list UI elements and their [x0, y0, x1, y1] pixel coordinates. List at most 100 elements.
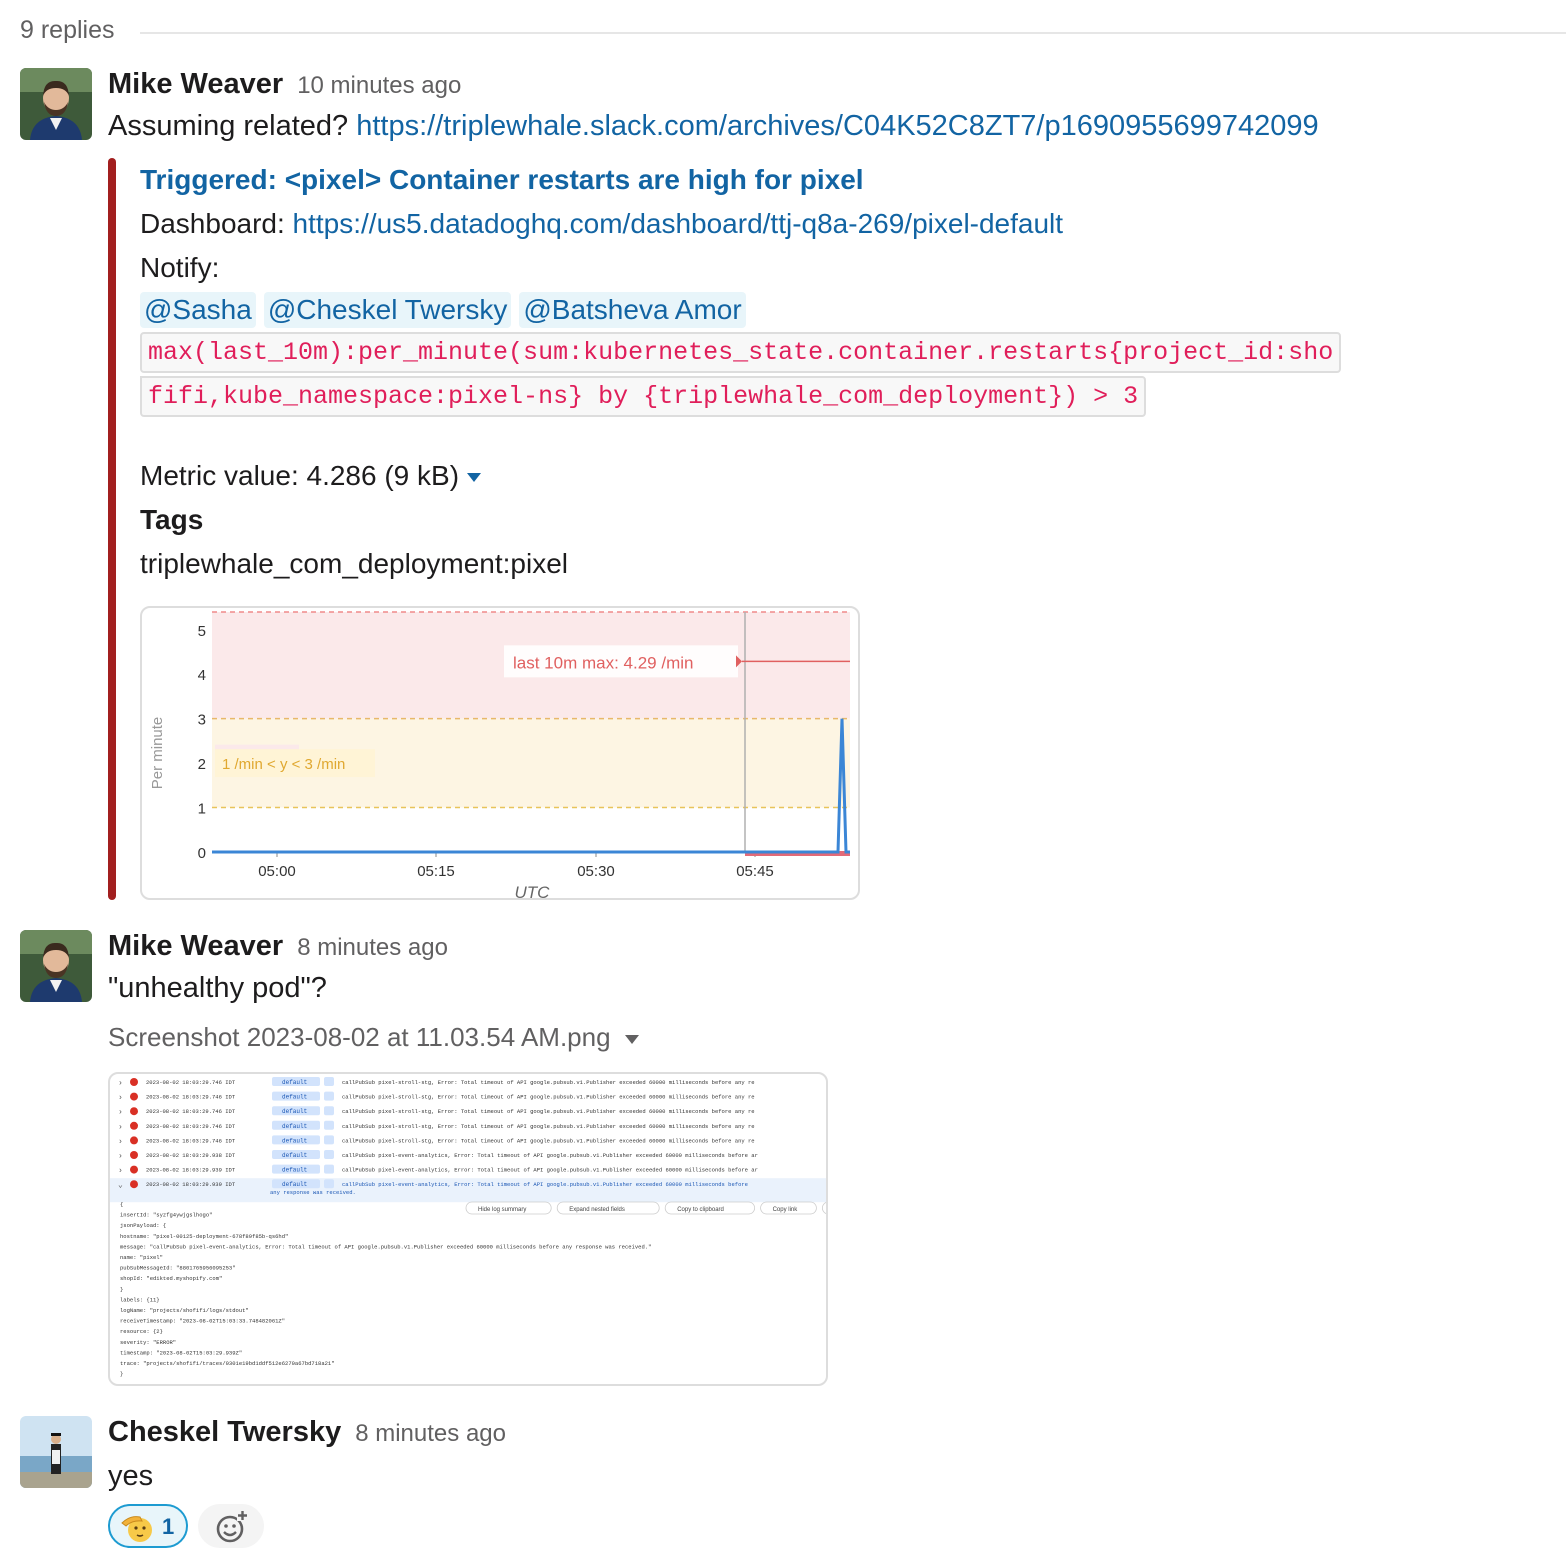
x-tick-label: 05:15 [417, 863, 455, 880]
log-badge: default [282, 1108, 307, 1115]
y-tick-label: 1 [198, 801, 206, 818]
json-line: pubSubMessageId: "8801765956095253" [120, 1265, 236, 1272]
log-badge-icon [324, 1077, 334, 1086]
band-label-mid: 1 /min < y < 3 /min [222, 756, 345, 773]
error-severity-icon [130, 1151, 138, 1159]
y-tick-label: 0 [198, 845, 206, 862]
y-tick-label: 4 [198, 667, 206, 684]
log-message: callPubSub pixel-stroll-stg, Error: Tota… [342, 1079, 755, 1086]
log-message: callPubSub pixel-stroll-stg, Error: Tota… [342, 1094, 755, 1101]
log-badge-icon [324, 1135, 334, 1145]
author-name[interactable]: Cheskel Twersky [108, 1416, 341, 1448]
reaction-salute[interactable]: 1 [108, 1504, 188, 1548]
mention-cheskel-twersky[interactable]: @Cheskel Twersky [263, 292, 512, 328]
log-badge-icon [324, 1150, 334, 1159]
mention-sasha[interactable]: @Sasha [140, 292, 256, 328]
json-line: message: "callPubSub pixel-event-analyti… [120, 1243, 651, 1250]
log-timestamp: 2023-08-02 18:03:29.746 IDT [146, 1108, 236, 1115]
json-line: receiveTimestamp: "2023-08-02T15:03:33.7… [120, 1318, 285, 1325]
replies-count-label: 9 replies [20, 16, 115, 44]
message-header: Mike Weaver 8 minutes ago [108, 930, 448, 963]
log-badge-icon [324, 1091, 334, 1101]
log-toolbar-button-label: Copy link [773, 1207, 799, 1213]
y-tick-label: 5 [198, 623, 206, 640]
avatar-cheskel-twersky[interactable] [20, 1416, 92, 1488]
log-message-continuation: any response was received. [270, 1189, 356, 1196]
log-badge: default [282, 1152, 307, 1159]
log-message: callPubSub pixel-stroll-stg, Error: Tota… [342, 1108, 755, 1115]
x-axis-label: UTC [515, 883, 551, 898]
message-body: Assuming related? [108, 110, 349, 142]
tags-value: triplewhale_com_deployment:pixel [140, 548, 569, 579]
x-tick-label: 05:45 [736, 863, 774, 880]
attachment-color-bar [108, 158, 116, 900]
file-name: Screenshot 2023-08-02 at 11.03.54 AM.png [108, 1022, 611, 1052]
message-header: Mike Weaver 10 minutes ago [108, 68, 461, 101]
avatar-mike-weaver[interactable] [20, 930, 92, 1002]
query-code-line-2: fifi,kube_namespace:pixel-ns} by {triple… [140, 376, 1147, 417]
dashboard-label: Dashboard: [140, 208, 285, 239]
mention-list: @Sasha @Cheskel Twersky @Batsheva Amor [140, 292, 754, 328]
log-badge: default [282, 1123, 307, 1130]
row-chevron-icon: › [118, 1108, 123, 1117]
log-badge-icon [324, 1164, 334, 1174]
log-screenshot: › 2023-08-02 18:03:29.746 IDT default callP… [110, 1077, 826, 1378]
log-message: callPubSub pixel-stroll-stg, Error: Tota… [342, 1123, 755, 1130]
metric-value-line[interactable]: Metric value: 4.286 (9 kB) [140, 460, 482, 492]
json-line: name: "pixel" [120, 1254, 163, 1261]
message-2: Mike Weaver 8 minutes ago "unhealthy pod"… [20, 930, 1566, 1390]
mention-batsheva-amor[interactable]: @Batsheva Amor [519, 292, 746, 328]
metric-chart-image[interactable]: 01234505:0005:1505:3005:45UTCPer minute>… [140, 606, 860, 900]
log-timestamp: 2023-08-02 18:03:29.939 IDT [146, 1167, 236, 1174]
log-timestamp: 2023-08-02 18:03:29.746 IDT [146, 1079, 236, 1086]
message-1: Mike Weaver 10 minutes ago Assuming relat… [20, 68, 1566, 908]
file-name-row[interactable]: Screenshot 2023-08-02 at 11.03.54 AM.png [108, 1022, 639, 1053]
json-line: { [120, 1201, 123, 1208]
message-3: Cheskel Twersky 8 minutes ago yes 1 [20, 1416, 1566, 1556]
log-message: callPubSub pixel-event-analytics, Error:… [342, 1181, 748, 1188]
log-message: callPubSub pixel-event-analytics, Error:… [342, 1152, 758, 1159]
log-badge: default [282, 1181, 307, 1188]
log-badge-icon [324, 1179, 334, 1189]
row-chevron-icon: › [118, 1079, 123, 1088]
message-timestamp[interactable]: 10 minutes ago [297, 72, 461, 99]
log-badge: default [282, 1167, 307, 1174]
message-body: yes [108, 1460, 154, 1492]
log-badge: default [282, 1079, 307, 1086]
x-tick-label: 05:00 [258, 863, 296, 880]
thread-replies-divider: 9 replies [20, 14, 1566, 50]
message-timestamp[interactable]: 8 minutes ago [297, 934, 448, 961]
x-tick-label: 05:30 [577, 863, 615, 880]
message-timestamp[interactable]: 8 minutes ago [355, 1420, 506, 1447]
author-name[interactable]: Mike Weaver [108, 68, 283, 100]
row-chevron-icon: › [118, 1152, 123, 1161]
log-timestamp: 2023-08-02 18:03:29.746 IDT [146, 1137, 236, 1144]
error-severity-icon [130, 1180, 138, 1189]
salute-hand-emoji-icon [121, 1516, 152, 1542]
dashboard-link[interactable]: https://us5.datadoghq.com/dashboard/ttj-… [293, 208, 1064, 239]
json-line: shopId: "edikted.myshopify.com" [120, 1275, 222, 1282]
json-line: resource: {2} [120, 1328, 163, 1335]
slack-archive-link[interactable]: https://triplewhale.slack.com/archives/C… [356, 110, 1318, 142]
avatar-mike-weaver[interactable] [20, 68, 92, 140]
add-reaction-button[interactable] [198, 1504, 264, 1548]
alert-title[interactable]: Triggered: <pixel> Container restarts ar… [140, 164, 864, 196]
error-severity-icon [130, 1092, 138, 1101]
log-toolbar-button-label: Expand nested fields [569, 1207, 625, 1213]
screenshot-image[interactable]: › 2023-08-02 18:03:29.746 IDT default callP… [108, 1072, 828, 1386]
error-severity-icon [130, 1121, 138, 1130]
caret-down-icon[interactable] [467, 473, 482, 483]
json-line: severity: "ERROR" [120, 1339, 176, 1346]
reaction-count: 1 [162, 1514, 175, 1539]
dashboard-line: Dashboard: https://us5.datadoghq.com/das… [140, 208, 1063, 240]
error-severity-icon [130, 1136, 138, 1145]
marker-label: last 10m max: 4.29 /min [513, 653, 693, 672]
message-body: "unhealthy pod"? [108, 972, 327, 1004]
log-message: callPubSub pixel-event-analytics, Error:… [342, 1167, 758, 1174]
author-name[interactable]: Mike Weaver [108, 930, 283, 962]
log-toolbar-button-label: Hide log summary [478, 1207, 526, 1213]
row-chevron-icon: › [118, 1167, 123, 1176]
y-tick-label: 2 [198, 756, 206, 773]
error-severity-icon [130, 1107, 138, 1116]
caret-down-icon[interactable] [624, 1034, 639, 1044]
